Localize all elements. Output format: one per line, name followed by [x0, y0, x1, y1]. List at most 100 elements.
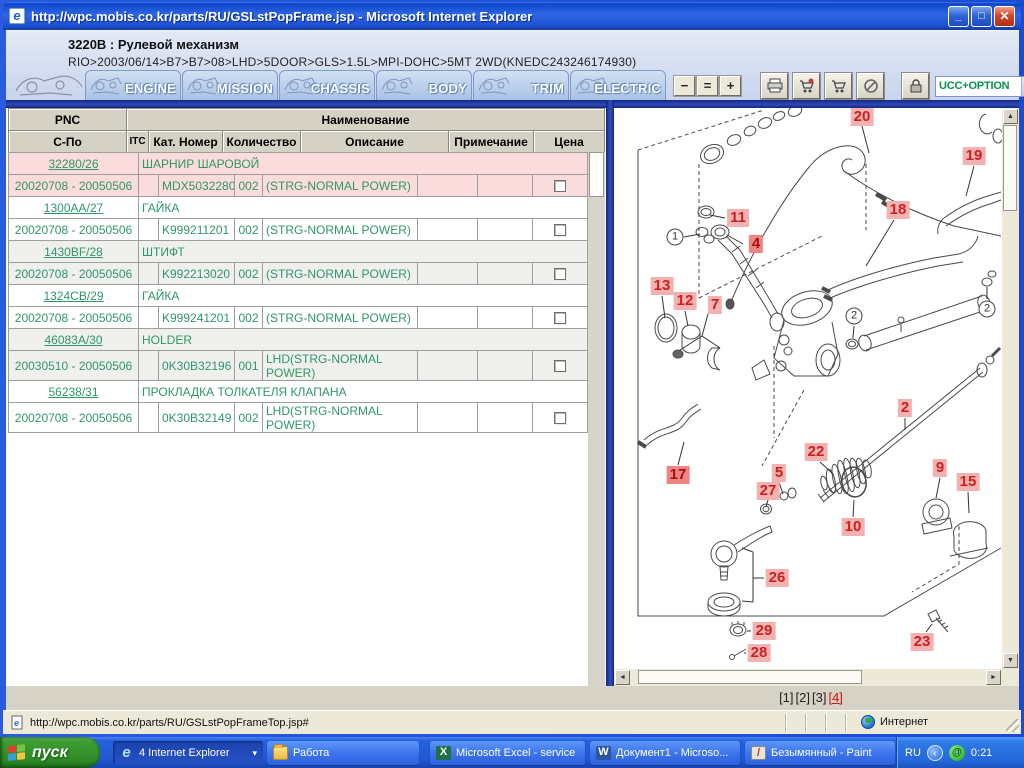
pnc-link[interactable]: 1430BF/28 — [44, 245, 103, 259]
lock-button[interactable] — [902, 73, 929, 99]
tab-engine[interactable]: ENGINE — [85, 70, 181, 100]
price-cell — [478, 307, 533, 329]
part-callout-4[interactable]: 4 — [749, 235, 763, 253]
cancel-button[interactable] — [857, 73, 884, 99]
col-header-partno: Кат. Номер — [149, 131, 223, 153]
part-callout-15[interactable]: 15 — [957, 473, 980, 491]
part-callout-29[interactable]: 29 — [753, 622, 776, 640]
scroll-left-icon[interactable]: ◄ — [615, 670, 630, 685]
zoom-in-button[interactable]: + — [720, 76, 741, 96]
frame-border-top — [6, 100, 1019, 108]
word-icon: W — [596, 746, 611, 760]
option-dropdown[interactable]: UCC+OPTION ▼ — [935, 76, 1024, 97]
part-checkbox[interactable] — [554, 312, 566, 324]
quantity-cell: 001 — [235, 351, 263, 381]
description-cell: (STRG-NORMAL POWER) — [263, 307, 418, 329]
part-callout-2[interactable]: 2 — [898, 399, 912, 417]
note-cell — [418, 307, 478, 329]
exploded-view-drawing — [614, 108, 1002, 669]
part-callout-18[interactable]: 18 — [887, 201, 910, 219]
part-callout-10[interactable]: 10 — [842, 518, 865, 536]
period-cell: 20020708 - 20050506 — [9, 263, 139, 285]
zoom-out-button[interactable]: − — [674, 76, 695, 96]
page-link-4[interactable]: [4] — [828, 690, 842, 705]
language-indicator[interactable]: RU — [905, 747, 921, 759]
frame-divider[interactable] — [606, 100, 614, 710]
part-checkbox[interactable] — [554, 224, 566, 236]
scroll-right-icon[interactable]: ► — [986, 670, 1001, 685]
pnc-link[interactable]: 46083A/30 — [44, 333, 102, 347]
diagram-hscrollbar-thumb[interactable] — [638, 670, 862, 684]
close-button[interactable]: ✕ — [994, 6, 1015, 27]
cart-button[interactable] — [825, 73, 852, 99]
part-detail-row: 20020708 - 20050506MDX5032280002(STRG-NO… — [9, 175, 588, 197]
tab-trim[interactable]: TRIM — [473, 70, 569, 100]
part-checkbox[interactable] — [554, 180, 566, 192]
part-callout-22[interactable]: 22 — [805, 443, 828, 461]
part-callout-23[interactable]: 23 — [911, 633, 934, 651]
tab-label: BODY — [429, 81, 467, 96]
tab-electric[interactable]: ELECTRIC — [570, 70, 666, 100]
messenger-tray-icon[interactable]: @ — [949, 745, 965, 761]
taskbar-item-ie[interactable]: e4 Internet Explorer▾ — [113, 741, 263, 765]
part-callout-11[interactable]: 11 — [727, 209, 749, 227]
taskbar-item-excel[interactable]: XMicrosoft Excel - service — [430, 741, 585, 765]
scroll-up-icon[interactable]: ▲ — [1003, 109, 1018, 124]
price-cell — [478, 263, 533, 285]
status-separator — [825, 714, 827, 732]
part-checkbox[interactable] — [554, 268, 566, 280]
cart-add-button[interactable] — [793, 73, 820, 99]
tab-label: ELECTRIC — [594, 81, 661, 96]
note-cell — [418, 351, 478, 381]
page-link-1[interactable]: [1] — [779, 690, 793, 705]
diagram-vscrollbar-thumb[interactable] — [1003, 125, 1017, 211]
part-number-cell: K992213020 — [159, 263, 235, 285]
part-callout-27[interactable]: 27 — [757, 482, 780, 500]
part-checkbox[interactable] — [554, 360, 566, 372]
resize-grip[interactable] — [1006, 719, 1019, 732]
part-callout-20[interactable]: 20 — [851, 108, 874, 126]
part-name-cell: ПРОКЛАДКА ТОЛКАТЕЛЯ КЛАПАНА — [139, 381, 588, 403]
taskbar-item-folder[interactable]: Работа — [267, 741, 419, 765]
page-link-3[interactable]: [3] — [812, 690, 826, 705]
part-callout-19[interactable]: 19 — [963, 147, 986, 165]
scroll-down-icon[interactable]: ▼ — [1003, 653, 1018, 668]
taskbar-item-word[interactable]: WДокумент1 - Microso... — [590, 741, 740, 765]
table-scrollbar-thumb[interactable] — [589, 152, 604, 197]
start-button-label: пуск — [32, 744, 68, 762]
part-callout-17[interactable]: 17 — [667, 466, 690, 484]
pnc-link[interactable]: 32280/26 — [48, 157, 98, 171]
tab-body[interactable]: BODY — [376, 70, 472, 100]
print-button[interactable] — [761, 73, 788, 99]
excel-icon: X — [436, 746, 451, 760]
tab-mission[interactable]: MISSION — [182, 70, 278, 100]
part-callout-26[interactable]: 26 — [766, 569, 789, 587]
hide-icons-chevron-icon[interactable]: ‹ — [927, 745, 943, 761]
part-number-cell: 0K30B32196 — [159, 351, 235, 381]
maximize-button[interactable]: □ — [971, 6, 992, 27]
pnc-link[interactable]: 1300AA/27 — [44, 201, 103, 215]
part-callout-7[interactable]: 7 — [708, 296, 722, 314]
minimize-button[interactable]: _ — [948, 6, 969, 27]
table-scrollbar[interactable] — [588, 152, 605, 686]
pnc-link[interactable]: 1324CB/29 — [43, 289, 103, 303]
part-callout-28[interactable]: 28 — [748, 644, 771, 662]
part-callout-13[interactable]: 13 — [651, 277, 674, 295]
taskbar-item-paint[interactable]: /Безымянный - Paint — [745, 741, 895, 765]
chevron-down-icon[interactable]: ▾ — [252, 748, 257, 759]
zoom-reset-button[interactable]: = — [697, 76, 718, 96]
start-button[interactable]: пуск — [0, 737, 100, 768]
tab-chassis[interactable]: CHASSIS — [279, 70, 375, 100]
col-header-itc: ITC — [127, 131, 149, 153]
select-cell — [533, 219, 588, 241]
part-callout-5[interactable]: 5 — [772, 464, 786, 482]
tab-label: ENGINE — [125, 81, 176, 96]
pnc-link[interactable]: 56238/31 — [48, 385, 98, 399]
period-cell: 20020708 - 20050506 — [9, 403, 139, 433]
part-callout-9[interactable]: 9 — [933, 459, 947, 477]
diagram-vscrollbar[interactable]: ▲ ▼ — [1002, 108, 1019, 669]
part-callout-12[interactable]: 12 — [674, 292, 697, 310]
part-checkbox[interactable] — [554, 412, 566, 424]
diagram-hscrollbar[interactable]: ◄ ► — [614, 669, 1002, 686]
page-link-2[interactable]: [2] — [796, 690, 810, 705]
